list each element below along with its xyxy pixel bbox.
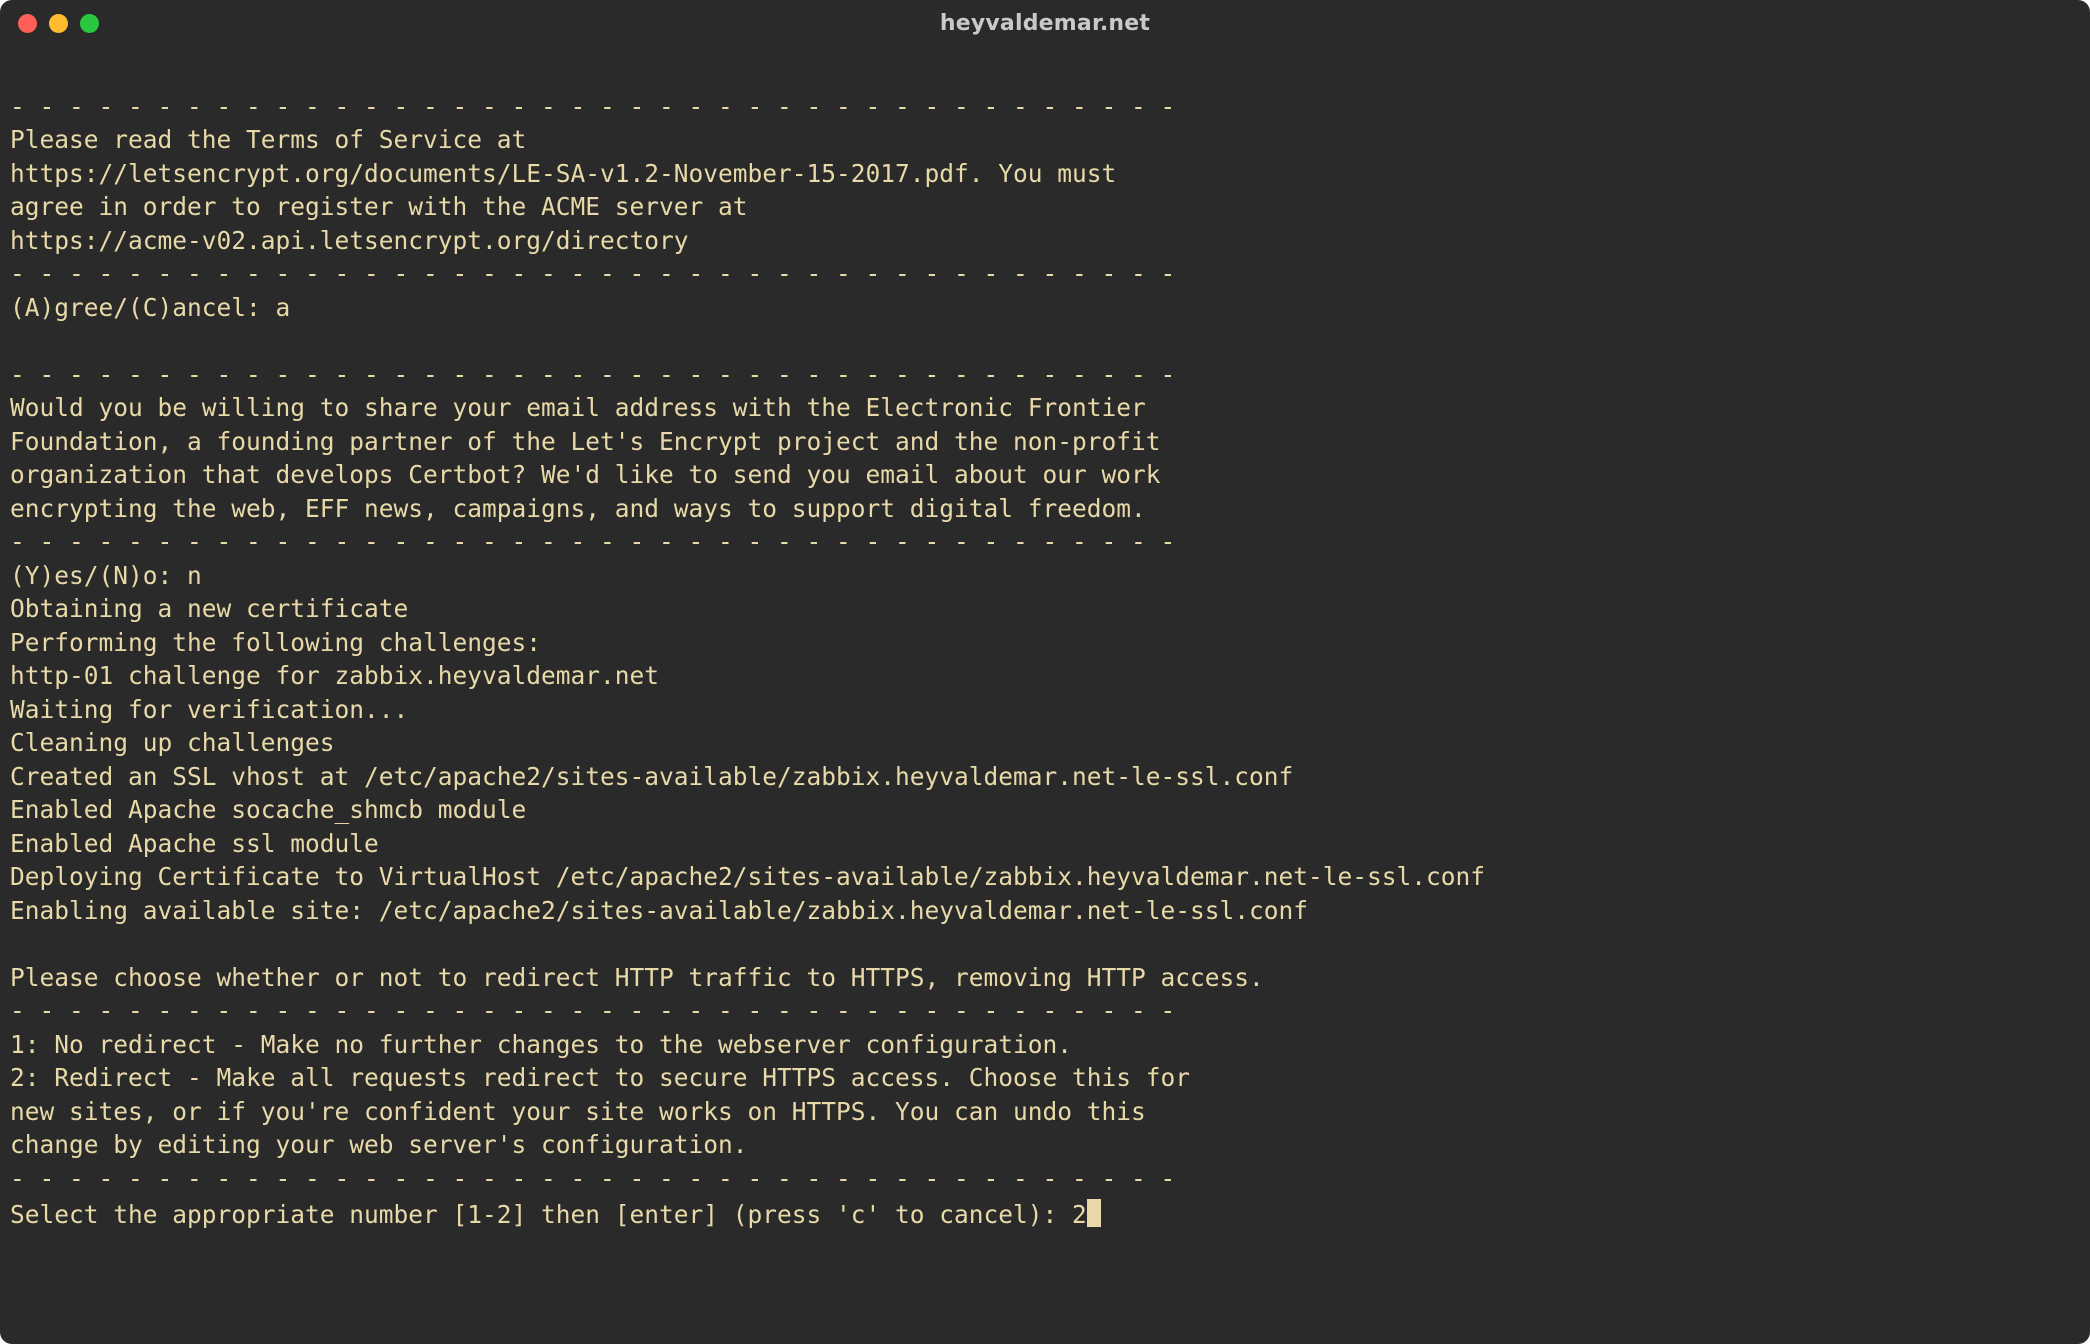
terminal-input[interactable]: 2 (1072, 1200, 1087, 1229)
titlebar: heyvaldemar.net (0, 0, 2090, 46)
terminal-line: 2: Redirect - Make all requests redirect… (10, 1061, 2080, 1095)
terminal-line: Would you be willing to share your email… (10, 391, 2080, 425)
terminal-line (10, 324, 2080, 358)
terminal-line: Enabled Apache ssl module (10, 827, 2080, 861)
terminal-line: agree in order to register with the ACME… (10, 190, 2080, 224)
terminal-line: Foundation, a founding partner of the Le… (10, 425, 2080, 459)
terminal-line: encrypting the web, EFF news, campaigns,… (10, 492, 2080, 526)
terminal-line: Please read the Terms of Service at (10, 123, 2080, 157)
terminal-prompt-line[interactable]: Select the appropriate number [1-2] then… (10, 1195, 2080, 1232)
terminal-line: organization that develops Certbot? We'd… (10, 458, 2080, 492)
terminal-line: new sites, or if you're confident your s… (10, 1095, 2080, 1129)
terminal-line: - - - - - - - - - - - - - - - - - - - - … (10, 90, 2080, 124)
terminal-window: heyvaldemar.net - - - - - - - - - - - - … (0, 0, 2090, 1344)
terminal-line: Deploying Certificate to VirtualHost /et… (10, 860, 2080, 894)
close-icon[interactable] (18, 14, 37, 33)
terminal-line: Enabling available site: /etc/apache2/si… (10, 894, 2080, 928)
terminal-line: http-01 challenge for zabbix.heyvaldemar… (10, 659, 2080, 693)
terminal-line: - - - - - - - - - - - - - - - - - - - - … (10, 257, 2080, 291)
terminal-line: - - - - - - - - - - - - - - - - - - - - … (10, 358, 2080, 392)
terminal-line: Cleaning up challenges (10, 726, 2080, 760)
terminal-line: 1: No redirect - Make no further changes… (10, 1028, 2080, 1062)
terminal-line (10, 56, 2080, 90)
window-title: heyvaldemar.net (940, 11, 1150, 36)
terminal-line: Performing the following challenges: (10, 626, 2080, 660)
terminal-prompt: Select the appropriate number [1-2] then… (10, 1200, 1072, 1229)
cursor-icon (1087, 1199, 1101, 1227)
terminal-line: Waiting for verification... (10, 693, 2080, 727)
terminal-line: https://acme-v02.api.letsencrypt.org/dir… (10, 224, 2080, 258)
terminal-viewport[interactable]: - - - - - - - - - - - - - - - - - - - - … (0, 46, 2090, 1344)
traffic-lights (18, 14, 99, 33)
terminal-line: change by editing your web server's conf… (10, 1128, 2080, 1162)
terminal-line: - - - - - - - - - - - - - - - - - - - - … (10, 994, 2080, 1028)
minimize-icon[interactable] (49, 14, 68, 33)
terminal-line: Please choose whether or not to redirect… (10, 961, 2080, 995)
terminal-line: Enabled Apache socache_shmcb module (10, 793, 2080, 827)
terminal-line: (Y)es/(N)o: n (10, 559, 2080, 593)
terminal-line: Obtaining a new certificate (10, 592, 2080, 626)
zoom-icon[interactable] (80, 14, 99, 33)
terminal-line: https://letsencrypt.org/documents/LE-SA-… (10, 157, 2080, 191)
terminal-line: (A)gree/(C)ancel: a (10, 291, 2080, 325)
terminal-line (10, 927, 2080, 961)
terminal-line: - - - - - - - - - - - - - - - - - - - - … (10, 525, 2080, 559)
terminal-line: - - - - - - - - - - - - - - - - - - - - … (10, 1162, 2080, 1196)
terminal-line: Created an SSL vhost at /etc/apache2/sit… (10, 760, 2080, 794)
